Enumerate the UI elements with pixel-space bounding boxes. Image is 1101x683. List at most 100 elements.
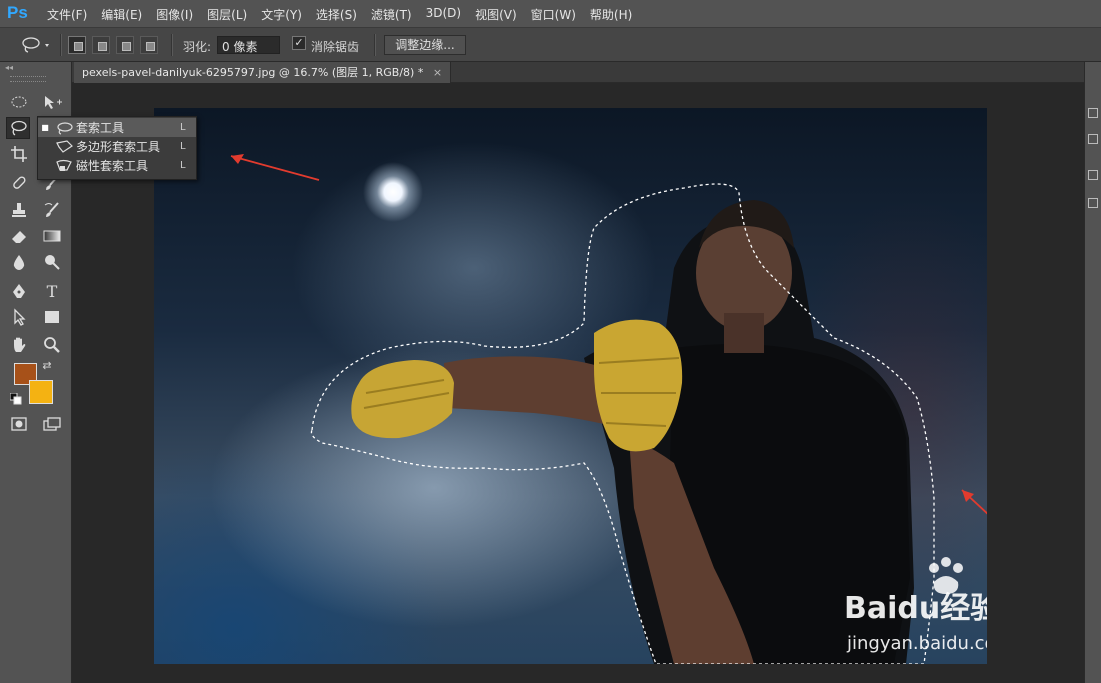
blur-tool[interactable]: [7, 251, 31, 273]
menu-bar: Ps 文件(F) 编辑(E) 图像(I) 图层(L) 文字(Y) 选择(S) 滤…: [0, 0, 1101, 28]
pen-tool[interactable]: [7, 280, 31, 302]
tool-preset-picker[interactable]: [20, 36, 54, 54]
path-selection-tool[interactable]: [7, 306, 31, 328]
rectangle-icon: [45, 311, 59, 323]
rectangle-tool[interactable]: [40, 306, 64, 328]
stamp-icon: [12, 203, 26, 217]
new-selection-button[interactable]: [68, 36, 86, 54]
document-tab[interactable]: pexels-pavel-danilyuk-6295797.jpg @ 16.7…: [74, 62, 452, 83]
boxer-photo[interactable]: Baidu经验 jingyan.baidu.com: [154, 108, 987, 664]
boxer-neck: [724, 313, 764, 353]
hand-tool[interactable]: [7, 334, 31, 356]
crop-tool[interactable]: [7, 143, 31, 165]
type-icon: T: [46, 281, 58, 301]
elliptical-marquee-icon: [11, 96, 27, 108]
hand-icon: [14, 337, 26, 352]
type-tool[interactable]: T: [40, 280, 64, 302]
antialias-checkbox[interactable]: ✓: [292, 36, 306, 50]
flyout-label: 磁性套索工具: [76, 159, 149, 173]
intersect-selection-button[interactable]: [140, 36, 158, 54]
menu-window[interactable]: 窗口(W): [531, 6, 576, 23]
dodge-tool[interactable]: [40, 251, 64, 273]
new-selection-icon: [74, 42, 83, 51]
panel-grip[interactable]: [10, 76, 46, 82]
screen-mode-icon: [43, 417, 61, 431]
photoshop-logo: Ps: [7, 3, 28, 22]
lasso-icon: [22, 37, 49, 53]
marquee-tool[interactable]: [7, 91, 31, 113]
divider: [60, 34, 62, 56]
panel-icon[interactable]: [1088, 134, 1098, 144]
chevron-down-icon: [45, 44, 49, 47]
menu-type[interactable]: 文字(Y): [261, 6, 302, 23]
quick-mask-icon: [11, 417, 27, 431]
feather-label: 羽化:: [183, 40, 212, 54]
polygon-lasso-icon: [52, 139, 76, 154]
menu-help[interactable]: 帮助(H): [590, 6, 632, 23]
intersect-selection-icon: [146, 42, 155, 51]
red-arrow-top: [230, 155, 320, 181]
menu-edit[interactable]: 编辑(E): [101, 6, 142, 23]
panel-icon[interactable]: [1088, 170, 1098, 180]
quick-mask-button[interactable]: [7, 413, 31, 435]
flyout-label: 套索工具: [76, 121, 125, 135]
path-select-icon: [14, 308, 26, 326]
pen-icon: [13, 284, 25, 298]
dodge-icon: [45, 255, 60, 270]
selected-bullet-icon: ■: [41, 123, 49, 132]
feather-input[interactable]: 0 像素: [217, 36, 280, 54]
crop-icon: [11, 146, 27, 162]
document-tab-bar: pexels-pavel-danilyuk-6295797.jpg @ 16.7…: [72, 62, 1084, 83]
magnetic-lasso-icon: [52, 159, 76, 173]
refine-edge-button[interactable]: 调整边缘...: [384, 35, 466, 55]
menu-filter[interactable]: 滤镜(T): [371, 6, 412, 23]
gradient-tool[interactable]: [40, 225, 64, 247]
healing-brush-tool[interactable]: [7, 172, 31, 194]
boxer-left-fist: [351, 360, 454, 439]
background-color-swatch[interactable]: [29, 380, 53, 404]
lasso-icon: [11, 120, 27, 136]
close-icon[interactable]: ×: [433, 66, 442, 79]
panel-icon[interactable]: [1088, 108, 1098, 118]
flyout-item-polygon-lasso[interactable]: 多边形套索工具 L: [38, 137, 196, 156]
watermark-url: jingyan.baidu.com: [847, 633, 987, 654]
options-bar: 羽化: 0 像素 ✓ 消除锯齿 调整边缘...: [0, 28, 1101, 62]
menu-select[interactable]: 选择(S): [316, 6, 357, 23]
collapse-panel-icon[interactable]: ◂◂: [5, 63, 13, 72]
eraser-icon: [12, 231, 26, 243]
lasso-tool[interactable]: [6, 117, 30, 139]
screen-mode-button[interactable]: [40, 413, 64, 435]
flyout-item-lasso[interactable]: ■ 套索工具 L: [38, 118, 196, 137]
document-title: pexels-pavel-danilyuk-6295797.jpg @ 16.7…: [82, 66, 424, 79]
blur-drop-icon: [13, 255, 25, 270]
watermark-brand: Baidu经验: [844, 591, 987, 626]
menu-view[interactable]: 视图(V): [475, 6, 517, 23]
history-brush-tool[interactable]: [40, 199, 64, 221]
eraser-tool[interactable]: [7, 225, 31, 247]
zoom-tool[interactable]: [40, 334, 64, 356]
flyout-label: 多边形套索工具: [76, 140, 161, 154]
menu-file[interactable]: 文件(F): [47, 6, 87, 23]
menu-3d[interactable]: 3D(D): [426, 6, 461, 23]
subtract-from-selection-button[interactable]: [116, 36, 134, 54]
divider: [171, 34, 173, 56]
canvas-area[interactable]: Baidu经验 jingyan.baidu.com: [72, 83, 1084, 683]
zoom-icon: [44, 337, 60, 353]
menu-image[interactable]: 图像(I): [156, 6, 193, 23]
right-panel-strip: [1084, 62, 1101, 683]
add-to-selection-button[interactable]: [92, 36, 110, 54]
swap-colors-icon[interactable]: ⇄: [40, 358, 54, 372]
default-colors-icon[interactable]: [9, 392, 23, 406]
lasso-icon: [52, 121, 76, 135]
subtract-selection-icon: [122, 42, 131, 51]
history-brush-icon: [44, 202, 59, 217]
flyout-shortcut: L: [180, 160, 186, 171]
panel-icon[interactable]: [1088, 198, 1098, 208]
red-arrow-bottom: [961, 489, 987, 515]
lasso-tool-flyout: ■ 套索工具 L 多边形套索工具 L 磁性套索工具 L: [37, 116, 197, 180]
antialias-label: 消除锯齿: [311, 40, 360, 54]
clone-stamp-tool[interactable]: [7, 199, 31, 221]
menu-layer[interactable]: 图层(L): [207, 6, 247, 23]
move-tool[interactable]: [40, 91, 64, 113]
flyout-item-magnetic-lasso[interactable]: 磁性套索工具 L: [38, 156, 196, 175]
